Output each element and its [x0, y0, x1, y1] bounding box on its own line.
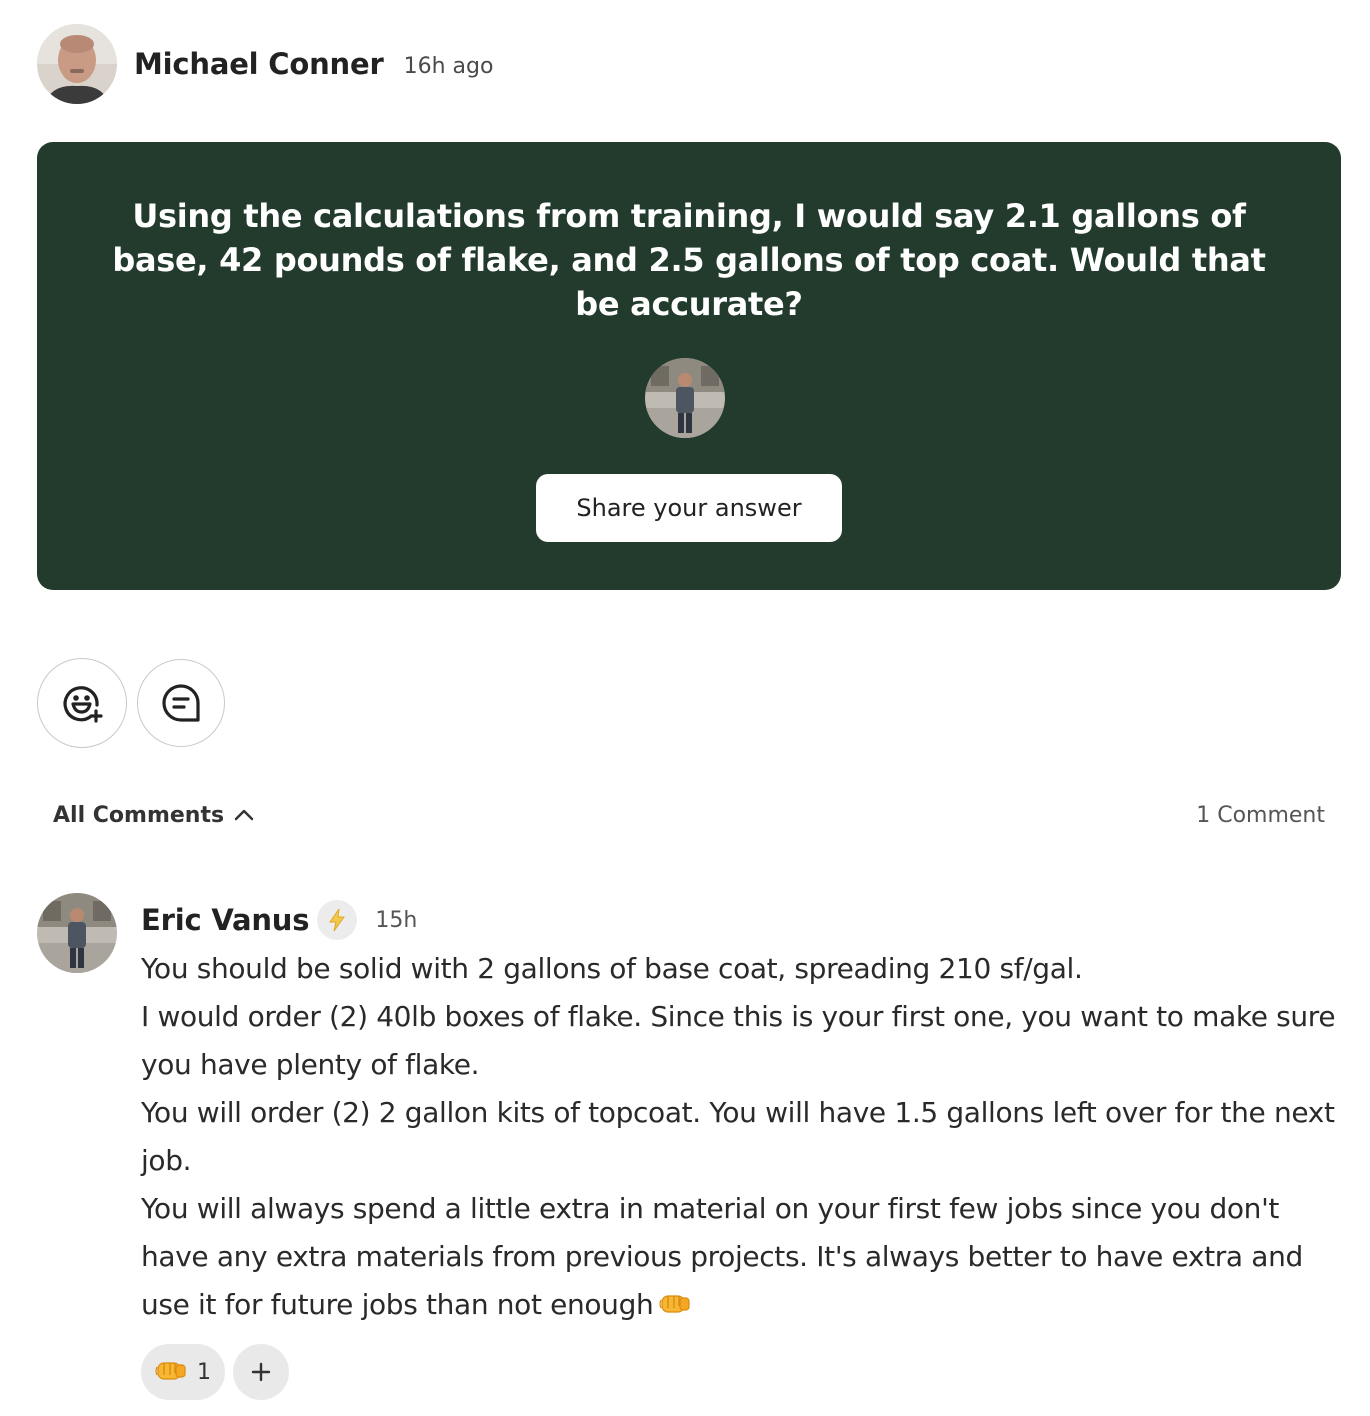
question-card: Using the calculations from training, I …: [37, 142, 1341, 590]
comment-count: 1 Comment: [1196, 802, 1325, 828]
add-reaction-button[interactable]: [37, 658, 127, 748]
fist-bump-icon: [659, 1285, 691, 1333]
all-comments-label: All Comments: [53, 802, 225, 828]
commenter-avatar[interactable]: [37, 893, 117, 973]
author-avatar[interactable]: [37, 24, 117, 104]
emoji-add-icon: [63, 686, 103, 723]
comment-line: You will always spend a little extra in …: [141, 1192, 1303, 1321]
comment-header: Eric Vanus 15h: [141, 896, 417, 944]
share-answer-button[interactable]: Share your answer: [536, 474, 842, 542]
add-reaction-pill[interactable]: [233, 1344, 289, 1400]
comment-timestamp: 15h: [375, 907, 418, 933]
reaction-count: 1: [197, 1359, 211, 1385]
lightning-bolt-icon: [317, 900, 358, 940]
chevron-up-icon: [234, 808, 254, 822]
all-comments-toggle[interactable]: All Comments: [53, 803, 254, 828]
comment-bubble-icon: [162, 684, 200, 722]
comment-line: I would order (2) 40lb boxes of flake. S…: [141, 1000, 1336, 1081]
question-text: Using the calculations from training, I …: [112, 197, 1266, 323]
post-header: Michael Conner 16h ago: [37, 24, 493, 104]
answerer-avatar: [645, 358, 725, 438]
post-timestamp: 16h ago: [403, 53, 494, 79]
comment-line: You should be solid with 2 gallons of ba…: [141, 952, 1083, 985]
comments-bar: All Comments 1 Comment: [53, 798, 1325, 832]
fist-bump-icon: [155, 1355, 187, 1389]
comment-body: You should be solid with 2 gallons of ba…: [141, 945, 1346, 1333]
commenter-name[interactable]: Eric Vanus: [141, 903, 310, 937]
comment-line-last: You will always spend a little extra in …: [141, 1185, 1346, 1333]
comment-button[interactable]: [137, 659, 225, 747]
plus-icon: [251, 1362, 271, 1382]
post-author-name[interactable]: Michael Conner: [134, 47, 384, 81]
fist-bump-reaction[interactable]: 1: [141, 1344, 225, 1400]
comment-line: You will order (2) 2 gallon kits of topc…: [141, 1096, 1335, 1177]
